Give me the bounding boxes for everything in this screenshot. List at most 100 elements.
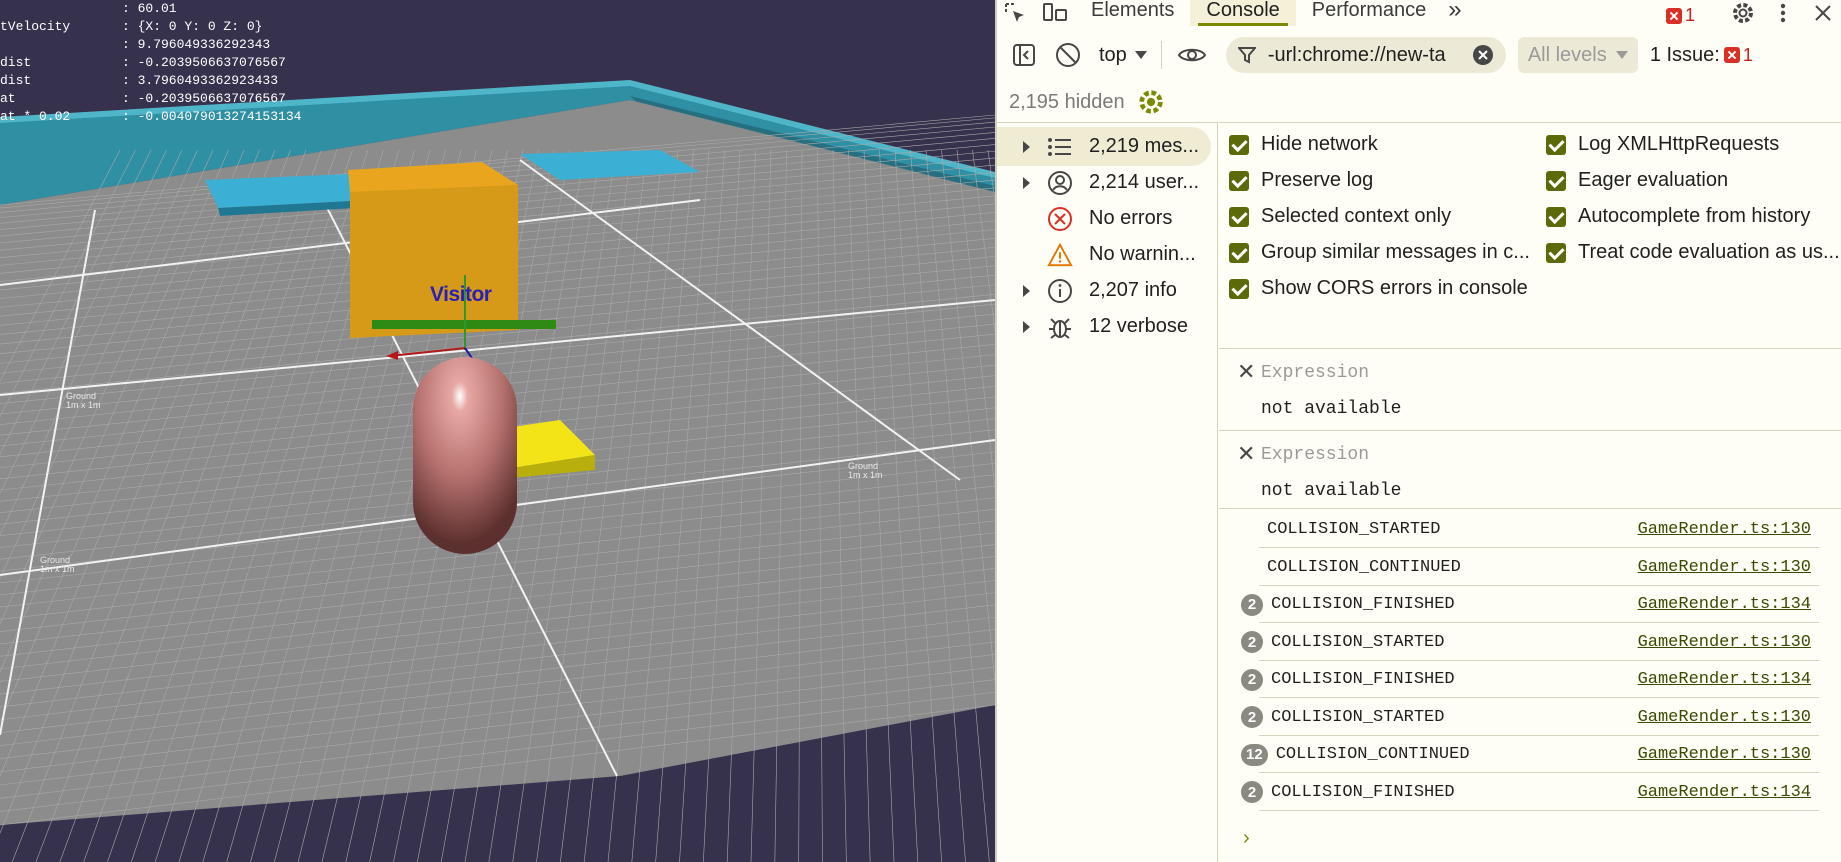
setting-checkbox[interactable]: Log XMLHttpRequests: [1546, 133, 1779, 156]
remove-expression-icon[interactable]: ✕: [1237, 443, 1255, 465]
setting-checkbox[interactable]: Treat code evaluation as us...: [1546, 241, 1840, 264]
debug-value: : {X: 0 Y: 0 Z: 0}: [122, 19, 263, 34]
more-tabs-button[interactable]: »: [1442, 0, 1467, 26]
console-settings: Hide network Preserve log Selected context…: [1219, 122, 1841, 348]
repeat-count-badge: 2: [1241, 593, 1263, 616]
setting-checkbox[interactable]: Autocomplete from history: [1546, 205, 1810, 228]
source-link[interactable]: GameRender.ts:130: [1638, 745, 1811, 764]
sidebar-item-list[interactable]: 2,219 mes...: [997, 127, 1211, 166]
console-prompt[interactable]: ›: [1243, 827, 1250, 850]
gear-icon[interactable]: [1723, 0, 1763, 26]
message-text: COLLISION_FINISHED: [1271, 782, 1455, 802]
expand-arrow-icon[interactable]: [1023, 176, 1030, 189]
inspect-element-icon[interactable]: [997, 0, 1035, 26]
filter-icon: [1237, 47, 1256, 64]
tab-elements[interactable]: Elements: [1075, 0, 1190, 26]
issues-button[interactable]: 1 Issue: 1: [1650, 44, 1753, 67]
debug-key: [0, 0, 122, 18]
expression-value: not available: [1261, 399, 1402, 419]
sidebar-item-error[interactable]: No errors: [997, 199, 1217, 238]
user-icon: [1047, 170, 1073, 196]
message-text: COLLISION_STARTED: [1271, 707, 1445, 727]
sidebar-item-bug[interactable]: 12 verbose: [997, 307, 1217, 346]
checkbox-checked-icon[interactable]: [1546, 242, 1566, 263]
sidebar-item-warning[interactable]: No warnin...: [997, 235, 1217, 274]
filter-input[interactable]: -url:chrome://new-ta: [1225, 37, 1506, 73]
checkbox-checked-icon[interactable]: [1229, 134, 1249, 155]
sidebar-item-label: No errors: [1089, 207, 1173, 229]
console-message[interactable]: 2 COLLISION_FINISHED GameRender.ts:134: [1219, 586, 1819, 623]
expression-input[interactable]: Expression: [1261, 445, 1369, 465]
hidden-messages-row: 2,195 hidden: [1009, 86, 1165, 118]
debug-key: tVelocity: [0, 19, 71, 34]
source-link[interactable]: GameRender.ts:130: [1638, 520, 1811, 539]
error-count-badge[interactable]: 1: [1665, 5, 1695, 26]
expand-arrow-icon[interactable]: [1023, 320, 1030, 333]
console-message[interactable]: 2 COLLISION_FINISHED GameRender.ts:134: [1219, 661, 1819, 698]
error-icon: [1665, 7, 1682, 24]
source-link[interactable]: GameRender.ts:130: [1638, 708, 1811, 727]
source-link[interactable]: GameRender.ts:134: [1638, 595, 1811, 614]
console-settings-gear-icon[interactable]: [1137, 88, 1165, 116]
message-text: COLLISION_STARTED: [1271, 632, 1445, 652]
expression-input[interactable]: Expression: [1261, 363, 1369, 383]
bug-icon: [1047, 314, 1073, 340]
log-levels-dropdown[interactable]: All levels: [1517, 37, 1638, 73]
scene-canvas[interactable]: [0, 0, 995, 862]
tab-console[interactable]: Console: [1190, 0, 1296, 26]
setting-checkbox[interactable]: Group similar messages in c...: [1229, 241, 1530, 264]
kebab-menu-icon[interactable]: [1763, 0, 1803, 26]
expand-arrow-icon[interactable]: [1023, 140, 1030, 153]
checkbox-checked-icon[interactable]: [1229, 170, 1249, 191]
sidebar-toggle-icon[interactable]: [1007, 38, 1041, 72]
checkbox-checked-icon[interactable]: [1229, 278, 1249, 299]
source-link[interactable]: GameRender.ts:130: [1638, 633, 1811, 652]
capsule-player: [413, 357, 517, 554]
setting-checkbox[interactable]: Eager evaluation: [1546, 169, 1728, 192]
checkbox-checked-icon[interactable]: [1546, 134, 1566, 155]
remove-expression-icon[interactable]: ✕: [1237, 361, 1255, 383]
console-messages[interactable]: › COLLISION_STARTED GameRender.ts:130 COLL…: [1219, 508, 1841, 862]
debug-key: dist: [0, 55, 32, 70]
debug-row: : 9.796049336292343: [0, 36, 301, 54]
checkbox-checked-icon[interactable]: [1546, 206, 1566, 227]
debug-row: at * 0.02: -0.004079013274153134: [0, 108, 301, 126]
debug-overlay: : 60.01 tVelocity: {X: 0 Y: 0 Z: 0}: 9.79…: [0, 0, 301, 126]
repeat-count-badge: 2: [1241, 706, 1263, 728]
source-link[interactable]: GameRender.ts:130: [1638, 558, 1811, 577]
debug-value: : 3.7960493362923433: [122, 73, 279, 88]
console-message[interactable]: 2 COLLISION_STARTED GameRender.ts:130: [1219, 699, 1819, 736]
console-message[interactable]: COLLISION_CONTINUED GameRender.ts:130: [1219, 549, 1819, 586]
sidebar-item-info[interactable]: 2,207 info: [997, 271, 1217, 310]
sidebar-item-label: 2,207 info: [1089, 279, 1177, 301]
console-message[interactable]: 12 COLLISION_CONTINUED GameRender.ts:130: [1219, 736, 1819, 773]
sidebar-item-label: No warnin...: [1089, 243, 1196, 265]
console-message[interactable]: 2 COLLISION_FINISHED GameRender.ts:134: [1219, 774, 1819, 811]
live-expression-eye-icon[interactable]: [1172, 38, 1212, 72]
error-count: 1: [1684, 5, 1695, 25]
checkbox-checked-icon[interactable]: [1229, 206, 1249, 227]
setting-checkbox[interactable]: Selected context only: [1229, 205, 1451, 228]
source-link[interactable]: GameRender.ts:134: [1638, 670, 1811, 689]
error-icon: [1047, 206, 1073, 232]
tab-performance[interactable]: Performance: [1296, 0, 1443, 26]
source-link[interactable]: GameRender.ts:134: [1638, 783, 1811, 802]
clear-console-icon[interactable]: [1051, 38, 1085, 72]
sidebar-item-user[interactable]: 2,214 user...: [997, 163, 1217, 202]
console-message[interactable]: COLLISION_STARTED GameRender.ts:130: [1219, 511, 1819, 548]
message-text: COLLISION_STARTED: [1267, 520, 1441, 539]
clear-filter-icon[interactable]: [1472, 44, 1494, 66]
console-message[interactable]: 2 COLLISION_STARTED GameRender.ts:130: [1219, 624, 1819, 661]
context-select[interactable]: top: [1099, 44, 1147, 67]
game-viewport[interactable]: : 60.01 tVelocity: {X: 0 Y: 0 Z: 0}: 9.79…: [0, 0, 995, 862]
checkbox-checked-icon[interactable]: [1229, 242, 1249, 263]
checkbox-checked-icon[interactable]: [1546, 170, 1566, 191]
setting-label: Group similar messages in c...: [1261, 241, 1530, 263]
expand-arrow-icon[interactable]: [1023, 284, 1030, 297]
setting-checkbox[interactable]: Show CORS errors in console: [1229, 277, 1528, 300]
close-icon[interactable]: [1803, 0, 1841, 26]
setting-checkbox[interactable]: Hide network: [1229, 133, 1378, 156]
setting-checkbox[interactable]: Preserve log: [1229, 169, 1373, 192]
sidebar-item-label: 2,219 mes...: [1089, 135, 1200, 157]
device-toolbar-icon[interactable]: [1035, 0, 1075, 26]
